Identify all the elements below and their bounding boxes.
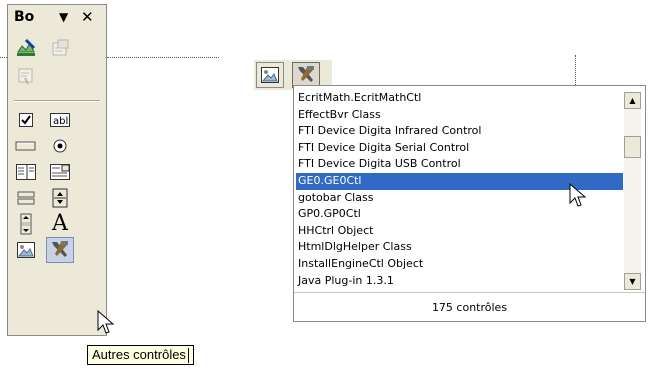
view-code-button[interactable] xyxy=(12,63,40,89)
properties-button[interactable] xyxy=(46,35,74,61)
scroll-up-button[interactable]: ▲ xyxy=(624,92,641,109)
mouse-pointer-icon xyxy=(569,183,587,207)
more-controls-icon xyxy=(298,66,314,82)
design-guide-line-left xyxy=(0,57,7,58)
properties-icon xyxy=(52,39,69,56)
list-item[interactable]: EcritMath.EcritMathCtl xyxy=(296,90,623,107)
tooltip: Autres contrôles xyxy=(87,345,194,365)
view-code-icon xyxy=(18,68,33,85)
checkbox-icon xyxy=(19,113,33,127)
image-button[interactable] xyxy=(256,62,284,88)
combobox-tool[interactable] xyxy=(46,159,74,185)
list-item[interactable]: FTI Device Digita Infrared Control xyxy=(296,123,623,140)
list-item[interactable]: HHCtrl Object xyxy=(296,223,623,240)
control-toolbox: Bo ▼ ✕ abl A xyxy=(7,4,107,336)
toolbox-separator xyxy=(14,100,100,102)
list-item[interactable]: FTI Device Digita Serial Control xyxy=(296,140,623,157)
tooltip-text: Autres contrôles xyxy=(92,347,186,362)
textbox-icon: abl xyxy=(50,113,70,127)
chevron-down-icon: ▼ xyxy=(629,277,636,286)
spin-button-tool[interactable] xyxy=(46,185,74,211)
scroll-down-button[interactable]: ▼ xyxy=(624,273,641,290)
toolbox-title-bar[interactable]: Bo ▼ ✕ xyxy=(11,7,103,27)
toolbox-close-button[interactable]: ✕ xyxy=(81,8,94,26)
option-button-tool[interactable] xyxy=(46,133,74,159)
svg-text:abl: abl xyxy=(53,116,68,127)
scrollbar-tool[interactable] xyxy=(12,211,40,237)
textbox-tool[interactable]: abl xyxy=(46,107,74,133)
label-tool[interactable]: A xyxy=(46,211,74,237)
list-item[interactable]: FTI Device Digita USB Control xyxy=(296,156,623,173)
scroll-thumb[interactable] xyxy=(624,136,641,158)
list-item[interactable]: HtmlDlgHelper Class xyxy=(296,239,623,256)
list-item[interactable]: EffectBvr Class xyxy=(296,107,623,124)
toolbox-title: Bo xyxy=(14,9,35,25)
more-controls-tool[interactable] xyxy=(46,237,74,263)
more-controls-icon xyxy=(52,241,68,257)
list-item[interactable]: Java Plug-in 1.3.1 xyxy=(296,273,623,290)
design-guide-line-vertical xyxy=(575,55,576,85)
list-item[interactable]: InstallEngineCtl Object xyxy=(296,256,623,273)
image-icon xyxy=(17,242,35,258)
combobox-icon xyxy=(50,164,70,180)
image-tool[interactable] xyxy=(12,237,40,263)
design-mode-button[interactable] xyxy=(12,35,40,61)
toggle-button-icon xyxy=(17,191,35,205)
listbox-icon xyxy=(16,164,36,180)
image-icon xyxy=(261,67,279,83)
spin-button-icon xyxy=(52,188,68,208)
text-caret xyxy=(187,348,189,364)
design-guide-line-middle xyxy=(107,57,219,58)
toggle-button-tool[interactable] xyxy=(12,185,40,211)
listbox-tool[interactable] xyxy=(12,159,40,185)
mouse-pointer-icon xyxy=(97,310,115,334)
design-mode-icon xyxy=(17,38,36,56)
command-button-tool[interactable] xyxy=(12,133,40,159)
scrollbar-icon xyxy=(20,213,32,235)
checkbox-tool[interactable] xyxy=(12,107,40,133)
label-icon: A xyxy=(52,211,68,236)
list-scrollbar[interactable]: ▲ ▼ xyxy=(624,92,641,290)
command-button-icon xyxy=(15,141,36,151)
option-button-icon xyxy=(53,139,67,153)
controls-count: 175 contrôles xyxy=(294,292,645,322)
chevron-up-icon: ▲ xyxy=(629,96,636,105)
toolbox-menu-button[interactable]: ▼ xyxy=(59,10,68,24)
